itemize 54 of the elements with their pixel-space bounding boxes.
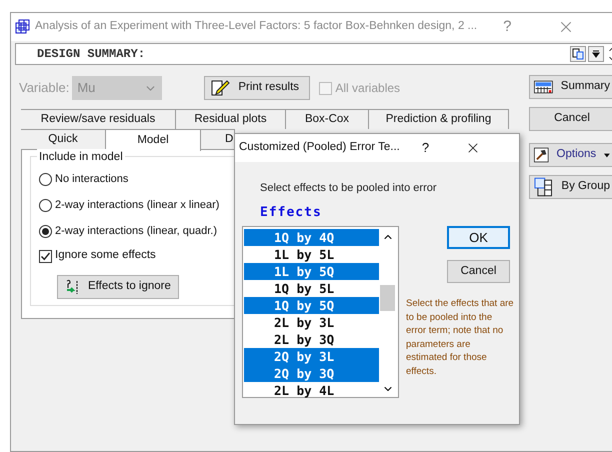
- ok-button[interactable]: OK: [447, 226, 510, 249]
- summary-text: DESIGN SUMMARY:: [37, 46, 146, 63]
- checkbox-label: Ignore some effects: [55, 248, 156, 264]
- tab[interactable]: Prediction & profiling: [369, 109, 509, 129]
- radio-label: No interactions: [55, 172, 128, 187]
- tab[interactable]: Model: [106, 129, 201, 151]
- list-item[interactable]: 2Q by 3L: [244, 348, 379, 365]
- list-item[interactable]: 2L by 3Q: [244, 331, 379, 348]
- list-item[interactable]: 1L by 5L: [244, 246, 379, 263]
- list-item[interactable]: 1Q by 5L: [244, 280, 379, 297]
- checkbox[interactable]: [39, 250, 52, 262]
- list-item[interactable]: 1Q by 5Q: [244, 297, 379, 314]
- list-item[interactable]: 2Q by 3Q: [244, 365, 379, 382]
- side-button[interactable]: Summary: [529, 75, 612, 99]
- effects-to-ignore-button[interactable]: Effects to ignore: [57, 275, 179, 299]
- help-button[interactable]: ?: [503, 16, 512, 38]
- list-item[interactable]: 1L by 5Q: [244, 263, 379, 280]
- cancel-button[interactable]: Cancel: [529, 107, 612, 131]
- grouped-table-icon: [534, 177, 554, 197]
- print-results-button[interactable]: Print results: [204, 76, 310, 100]
- radio-button[interactable]: [39, 224, 52, 238]
- tab[interactable]: Residual plots: [176, 109, 286, 129]
- dialog-prompt: Select effects to be pooled into error: [260, 181, 438, 196]
- dialog-note: Select the effects that are to be pooled into the error term; note that no parameters are estimated for those effects.: [406, 297, 514, 379]
- help-button[interactable]: ?: [422, 138, 430, 158]
- list-item[interactable]: 1Q by 4Q: [244, 229, 379, 246]
- tab[interactable]: Box-Cox: [286, 109, 369, 129]
- all-variables-label: All variables: [335, 80, 400, 97]
- side-button[interactable]: Options: [529, 143, 612, 167]
- arrow-list-icon: [64, 279, 80, 295]
- side-button[interactable]: By Group: [529, 175, 612, 199]
- list-header: Effects: [260, 204, 323, 222]
- cube-grid-icon: [15, 19, 31, 35]
- dropdown-button[interactable]: [588, 46, 604, 62]
- pencil-icon: [210, 79, 230, 97]
- window-title: Analysis of an Experiment with Three-Level Factors: 5 factor Box-Behnken design, 2 ...: [35, 19, 478, 34]
- copy-button[interactable]: [570, 46, 586, 62]
- down-arrow-icon: [592, 50, 600, 58]
- list-item[interactable]: 2L by 3L: [244, 314, 379, 331]
- radio-label: 2-way interactions (linear x linear): [55, 198, 220, 213]
- table-icon: [534, 79, 553, 95]
- caret-icon: [604, 152, 610, 158]
- list-item[interactable]: 2L by 4L: [244, 382, 379, 399]
- radio-button[interactable]: [39, 172, 52, 186]
- radio-button[interactable]: [39, 198, 52, 212]
- dialog-title: Customized (Pooled) Error Te...: [239, 140, 400, 156]
- variable-label: Variable:: [19, 79, 70, 98]
- tab[interactable]: Quick: [21, 129, 106, 149]
- radio-label: 2-way interactions (linear, quadr.): [55, 224, 218, 239]
- cancel-button[interactable]: Cancel: [447, 260, 510, 283]
- tab[interactable]: Review/save residuals: [21, 109, 176, 129]
- hammer-icon: [534, 145, 549, 165]
- copy-icon: [572, 48, 584, 60]
- scroll-thumb[interactable]: [380, 285, 395, 311]
